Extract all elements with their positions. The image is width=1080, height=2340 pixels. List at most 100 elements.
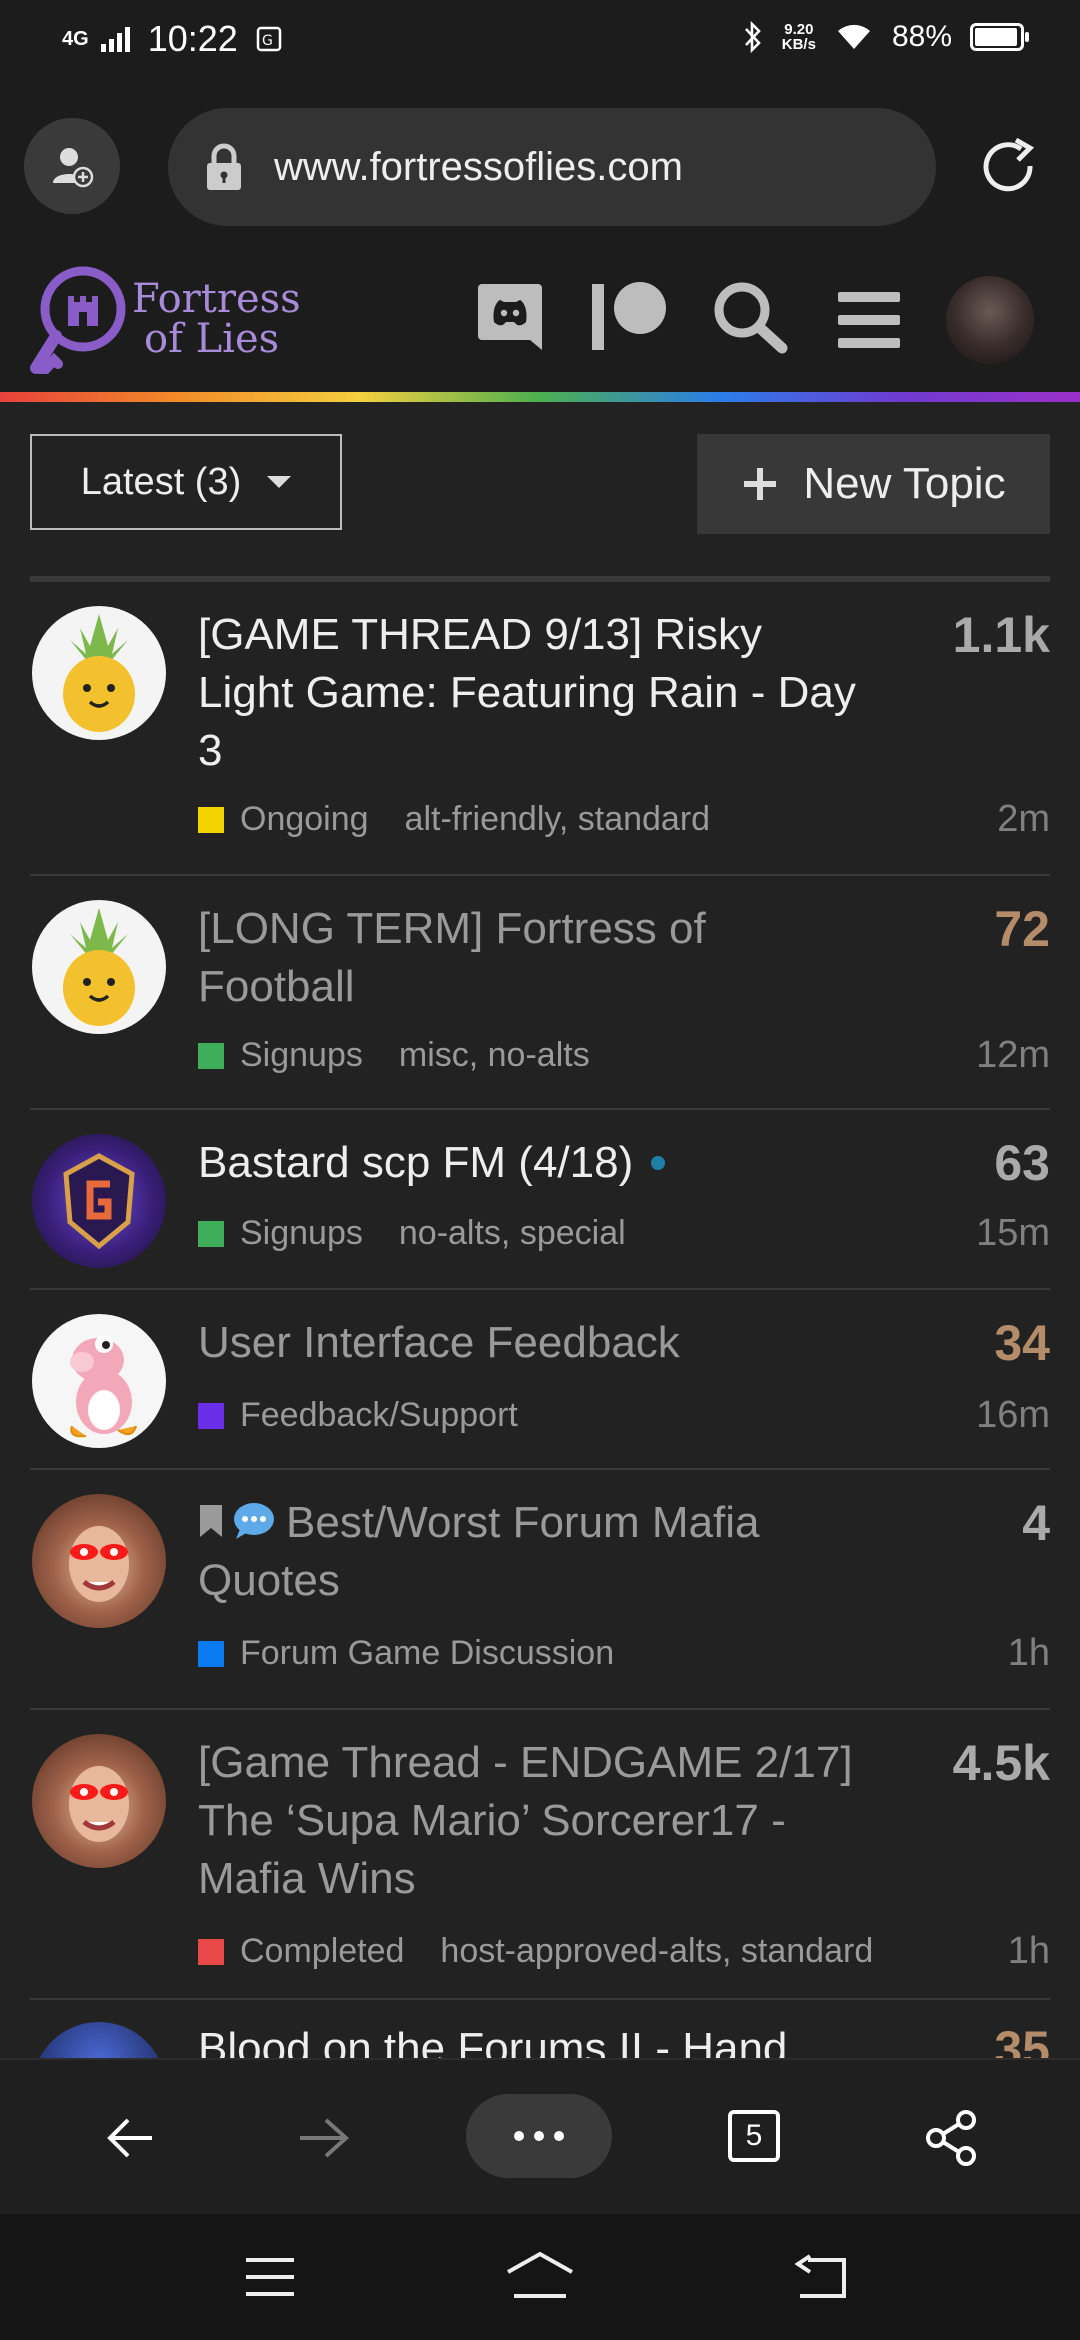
category-color-badge [198,1042,224,1069]
topic-category[interactable]: Forum Game Discussion [240,1634,614,1673]
topic-activity[interactable]: 1h [1008,1930,1050,1973]
home-icon[interactable] [504,2250,576,2300]
share-icon[interactable] [924,2110,978,2166]
svg-text:G: G [262,33,273,49]
reply-count[interactable]: 1.1k [953,606,1050,664]
topic-row[interactable]: Blood on the Forums II - Hand 35 [30,2016,1050,2058]
topic-title[interactable]: [Game Thread - ENDGAME 2/17] The ‘Supa M… [198,1734,858,1908]
topic-activity[interactable]: 16m [976,1394,1050,1437]
shield-avatar[interactable] [32,1134,166,1268]
topic-row[interactable]: [LONG TERM] Fortress of Football Signups… [30,892,1050,1110]
laser-eyes-avatar[interactable] [32,1494,166,1628]
row-divider [30,1108,1050,1110]
topic-row[interactable]: [GAME THREAD 9/13] Risky Light Game: Fea… [30,598,1050,874]
yoshi-plush-avatar[interactable] [32,1314,166,1448]
topic-row[interactable]: Bastard scp FM (4/18) Signups no-alts, s… [30,1126,1050,1288]
reply-count[interactable]: 63 [994,1134,1050,1192]
topic-tags[interactable]: misc, no-alts [399,1036,590,1075]
topic-activity[interactable]: 2m [997,798,1050,841]
profile-button[interactable] [24,118,120,214]
topic-meta: Ongoing alt-friendly, standard [198,800,710,839]
battery-icon [970,23,1029,51]
topic-row[interactable]: Best/Worst Forum Mafia Quotes Forum Game… [30,1486,1050,1708]
add-user-icon [53,148,94,188]
topic-meta: Forum Game Discussion [198,1634,614,1673]
translate-icon: G [256,26,282,52]
battery-percent: 88% [891,20,952,53]
rainbow-divider [0,392,1080,402]
topic-category[interactable]: Completed [240,1932,404,1971]
topic-title[interactable]: [GAME THREAD 9/13] Risky Light Game: Fea… [198,606,858,780]
topic-activity[interactable]: 1h [1008,1632,1050,1675]
status-bar: 4G 10:22 G 9.20 KB/s 88% [0,0,1080,90]
category-color-badge [198,1938,224,1965]
topic-category[interactable]: Signups [240,1214,363,1253]
search-icon[interactable] [712,280,788,354]
recent-apps-icon[interactable] [244,2256,296,2298]
tabs-button[interactable]: 5 [728,2110,780,2162]
topic-category[interactable]: Ongoing [240,800,369,839]
topic-row[interactable]: User Interface Feedback Feedback/Support… [30,1306,1050,1470]
list-header-divider [30,576,1050,582]
topic-row[interactable]: [Game Thread - ENDGAME 2/17] The ‘Supa M… [30,1726,1050,2002]
topic-category[interactable]: Feedback/Support [240,1396,518,1435]
address-bar[interactable]: www.fortressoflies.com [168,108,936,226]
category-color-badge [198,1220,224,1247]
network-speed: 9.20 KB/s [781,21,816,53]
speech-bubble-icon [234,1503,274,1539]
bookmark-icon [200,1505,222,1537]
patreon-icon[interactable] [590,280,670,352]
url-text: www.fortressoflies.com [274,144,683,189]
topic-tags[interactable]: host-approved-alts, standard [440,1932,873,1971]
topic-title[interactable]: [LONG TERM] Fortress of Football [198,900,858,1016]
row-divider [30,1998,1050,2000]
hamburger-menu-icon[interactable] [836,290,902,350]
topic-category[interactable]: Signups [240,1036,363,1075]
wifi-icon [837,24,870,49]
chevron-down-icon [267,476,292,488]
topic-title[interactable]: Bastard scp FM (4/18) [198,1134,633,1192]
topic-avatar[interactable] [32,2022,166,2058]
pineapple-avatar[interactable] [32,606,166,740]
topic-meta: Feedback/Support [198,1396,518,1435]
discord-icon[interactable] [476,280,544,352]
reply-count[interactable]: 4 [1022,1494,1050,1552]
latest-filter-dropdown[interactable]: Latest (3) [30,434,342,530]
reply-count[interactable]: 72 [994,900,1050,958]
browser-bottom-bar: 5 [0,2058,1080,2216]
topic-title[interactable]: User Interface Feedback [198,1314,858,1372]
laser-eyes-avatar[interactable] [32,1734,166,1868]
reload-icon[interactable] [974,134,1044,204]
unread-dot [651,1156,666,1170]
logo-line-2: of Lies [144,316,280,362]
site-logo[interactable]: Fortress of Lies [28,264,301,374]
logo-line-1: Fortress [132,276,301,322]
topic-activity[interactable]: 15m [976,1212,1050,1255]
row-divider [30,1288,1050,1290]
back-arrow-icon[interactable] [106,2116,154,2160]
topic-list-controls: Latest (3) New Topic [0,402,1080,572]
topic-tags[interactable]: no-alts, special [399,1214,626,1253]
browser-toolbar: www.fortressoflies.com [0,90,1080,240]
forward-arrow-icon[interactable] [298,2116,350,2160]
bluetooth-icon [744,20,761,54]
topic-meta: Completed host-approved-alts, standard [198,1932,873,1971]
new-topic-button[interactable]: New Topic [697,434,1050,534]
reply-count[interactable]: 34 [994,1314,1050,1372]
user-avatar[interactable] [946,276,1034,364]
topic-meta: Signups no-alts, special [198,1214,626,1253]
category-color-badge [198,1640,224,1667]
topic-tags[interactable]: alt-friendly, standard [405,800,711,839]
network-type: 4G [62,28,89,50]
topic-title[interactable]: Best/Worst Forum Mafia Quotes [198,1498,760,1605]
row-divider [30,1468,1050,1470]
topic-title[interactable]: Blood on the Forums II - Hand [198,2020,858,2058]
topic-activity[interactable]: 12m [976,1034,1050,1077]
more-menu-button[interactable] [466,2094,612,2178]
pineapple-avatar[interactable] [32,900,166,1034]
topic-title-row: Bastard scp FM (4/18) [198,1134,858,1192]
reply-count[interactable]: 35 [994,2020,1050,2058]
category-color-badge [198,1402,224,1429]
back-gesture-icon[interactable] [794,2254,850,2302]
reply-count[interactable]: 4.5k [953,1734,1050,1792]
